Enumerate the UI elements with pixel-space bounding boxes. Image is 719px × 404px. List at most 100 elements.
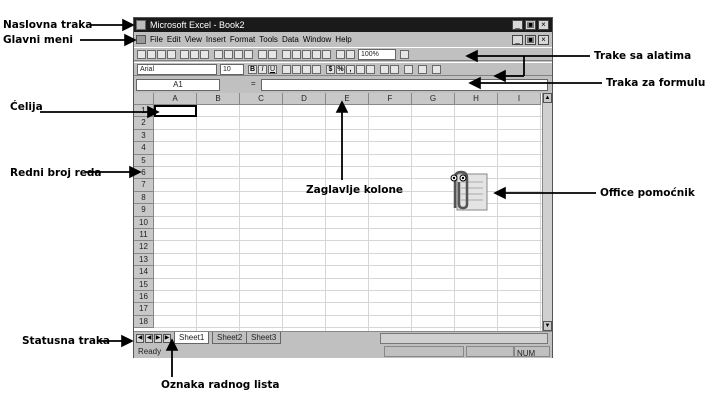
row-header[interactable]: 17 (134, 303, 154, 316)
open-icon[interactable] (147, 50, 156, 59)
column-header[interactable]: I (498, 93, 541, 105)
name-box[interactable]: A1 (136, 79, 220, 91)
row-header[interactable]: 1 (134, 105, 154, 118)
formula-input[interactable] (261, 79, 548, 91)
row-header[interactable]: 13 (134, 253, 154, 267)
column-header[interactable]: G (412, 93, 455, 105)
sheet-tab-2[interactable]: Sheet2 (212, 332, 248, 344)
doc-close-button[interactable]: × (538, 35, 549, 45)
email-icon[interactable] (167, 50, 176, 59)
borders-icon[interactable] (404, 65, 413, 74)
italic-button[interactable]: I (258, 65, 267, 74)
column-header[interactable]: F (369, 93, 412, 105)
spelling-icon[interactable] (200, 50, 209, 59)
comma-button[interactable]: , (346, 65, 355, 74)
row-header[interactable]: 3 (134, 129, 154, 143)
restore-button[interactable]: ▣ (525, 20, 536, 30)
office-assistant[interactable] (443, 168, 491, 214)
cut-icon[interactable] (214, 50, 223, 59)
hyperlink-icon[interactable] (282, 50, 291, 59)
row-header[interactable]: 11 (134, 229, 154, 242)
percent-button[interactable]: % (336, 65, 345, 74)
scroll-down-icon[interactable]: ▼ (543, 321, 552, 331)
horizontal-scrollbar[interactable] (380, 333, 548, 344)
row-header[interactable]: 4 (134, 142, 154, 155)
save-icon[interactable] (157, 50, 166, 59)
sort-ascending-icon[interactable] (312, 50, 321, 59)
increase-decimal-icon[interactable] (356, 65, 365, 74)
vertical-scrollbar[interactable]: ▲ ▼ (542, 93, 552, 331)
font-color-icon[interactable] (432, 65, 441, 74)
sort-descending-icon[interactable] (322, 50, 331, 59)
row-header[interactable]: 10 (134, 216, 154, 229)
next-sheet-icon[interactable]: ▶ (154, 334, 162, 343)
print-icon[interactable] (180, 50, 189, 59)
format-painter-icon[interactable] (244, 50, 253, 59)
align-left-icon[interactable] (282, 65, 291, 74)
menu-view[interactable]: View (185, 33, 202, 46)
row-header[interactable]: 12 (134, 241, 154, 254)
row-header[interactable]: 16 (134, 291, 154, 304)
close-button[interactable]: × (538, 20, 549, 30)
new-icon[interactable] (137, 50, 146, 59)
help-icon[interactable] (400, 50, 409, 59)
column-header[interactable]: H (455, 93, 498, 105)
drawing-icon[interactable] (346, 50, 355, 59)
menu-tools[interactable]: Tools (259, 33, 278, 46)
doc-minimize-button[interactable]: _ (512, 35, 523, 45)
excel-app-icon[interactable] (136, 20, 146, 30)
menu-format[interactable]: Format (230, 33, 255, 46)
underline-button[interactable]: U (268, 65, 277, 74)
undo-icon[interactable] (258, 50, 267, 59)
fill-color-icon[interactable] (418, 65, 427, 74)
row-header[interactable]: 7 (134, 179, 154, 192)
select-all-corner[interactable] (134, 93, 154, 105)
row-header[interactable]: 8 (134, 191, 154, 205)
chart-wizard-icon[interactable] (336, 50, 345, 59)
menu-window[interactable]: Window (303, 33, 331, 46)
row-header[interactable]: 15 (134, 278, 154, 291)
merge-center-icon[interactable] (312, 65, 321, 74)
font-size-select[interactable]: 10 (220, 64, 244, 75)
row-header[interactable]: 14 (134, 266, 154, 279)
align-center-icon[interactable] (292, 65, 301, 74)
active-cell[interactable] (154, 105, 197, 118)
currency-button[interactable]: $ (326, 65, 335, 74)
minimize-button[interactable]: _ (512, 20, 523, 30)
zoom-select[interactable]: 100% (358, 49, 396, 60)
sheet-tab-1[interactable]: Sheet1 (174, 332, 210, 344)
copy-icon[interactable] (224, 50, 233, 59)
last-sheet-icon[interactable]: ▶ (163, 334, 171, 343)
row-header[interactable]: 2 (134, 117, 154, 130)
sheet-tab-3[interactable]: Sheet3 (246, 332, 282, 344)
column-header[interactable]: B (197, 93, 240, 105)
paste-icon[interactable] (234, 50, 243, 59)
menu-data[interactable]: Data (282, 33, 299, 46)
font-select[interactable]: Arial (137, 64, 217, 75)
doc-restore-button[interactable]: ▣ (525, 35, 536, 45)
column-header[interactable]: A (154, 93, 197, 105)
menu-file[interactable]: File (150, 33, 163, 46)
print-preview-icon[interactable] (190, 50, 199, 59)
decrease-decimal-icon[interactable] (366, 65, 375, 74)
redo-icon[interactable] (268, 50, 277, 59)
menu-insert[interactable]: Insert (206, 33, 226, 46)
row-header[interactable]: 6 (134, 167, 154, 180)
decrease-indent-icon[interactable] (380, 65, 389, 74)
scroll-up-icon[interactable]: ▲ (543, 93, 552, 103)
row-header[interactable]: 18 (134, 315, 154, 329)
column-header[interactable]: E (326, 93, 369, 105)
formula-equals[interactable]: = (251, 79, 256, 88)
align-right-icon[interactable] (302, 65, 311, 74)
first-sheet-icon[interactable]: ◀ (136, 334, 144, 343)
autosum-icon[interactable] (292, 50, 301, 59)
menu-help[interactable]: Help (335, 33, 351, 46)
function-icon[interactable] (302, 50, 311, 59)
prev-sheet-icon[interactable]: ◀ (145, 334, 153, 343)
bold-button[interactable]: B (248, 65, 257, 74)
row-header[interactable]: 5 (134, 154, 154, 167)
column-header[interactable]: D (283, 93, 326, 105)
column-header[interactable]: C (240, 93, 283, 105)
increase-indent-icon[interactable] (390, 65, 399, 74)
workbook-icon[interactable] (136, 35, 146, 44)
